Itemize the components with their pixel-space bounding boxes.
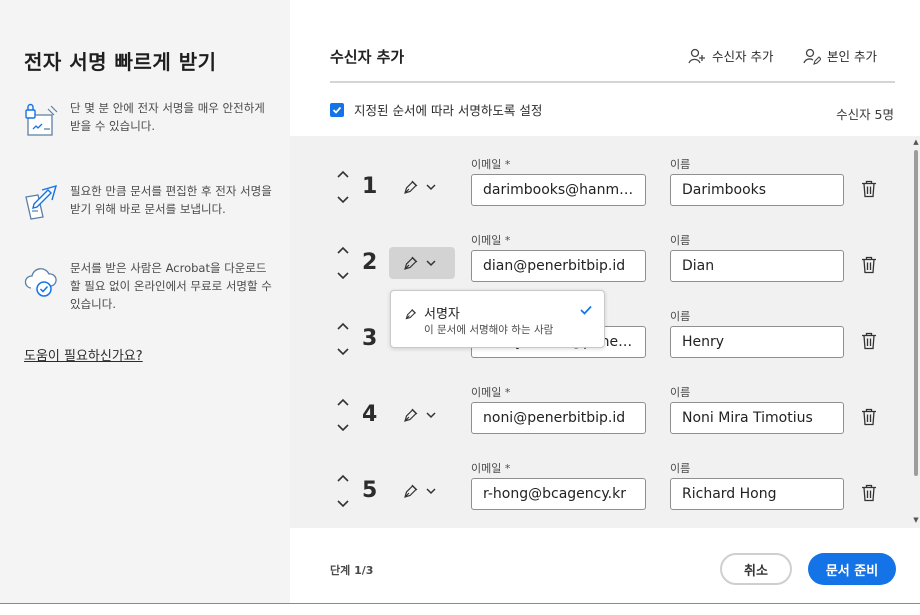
chevron-down-icon [426, 412, 436, 419]
person-edit-icon [803, 48, 821, 65]
scrollbar-thumb[interactable] [914, 150, 918, 476]
panel-title: 전자 서명 빠르게 받기 [24, 50, 217, 74]
feature-online-sign-text: 문서를 받은 사람은 Acrobat을 다운로드할 필요 없이 온라인에서 무료… [70, 261, 272, 311]
help-link[interactable]: 도움이 필요하신가요? [24, 345, 143, 364]
role-dropdown[interactable] [389, 475, 455, 507]
cloud-check-icon [24, 268, 57, 297]
name-field[interactable]: Henry [670, 326, 844, 358]
pen-icon [404, 484, 418, 498]
name-label: 이름 [670, 462, 691, 475]
move-down-icon [337, 500, 349, 508]
reorder-arrows[interactable] [336, 245, 350, 285]
recipient-row: 5 이메일 * 이름 r-hong@bcagency.kr Richard Ho… [290, 460, 912, 520]
add-recipient-button[interactable]: 수신자 추가 [688, 46, 773, 65]
delete-trash-icon[interactable] [861, 484, 877, 502]
reorder-arrows[interactable] [336, 473, 350, 513]
add-self-label: 본인 추가 [827, 49, 877, 64]
delete-trash-icon[interactable] [861, 408, 877, 426]
recipient-number: 5 [362, 478, 378, 503]
pen-icon [404, 256, 418, 270]
pen-icon [404, 180, 418, 194]
move-down-icon [337, 196, 349, 204]
chevron-down-icon [426, 260, 436, 267]
name-field[interactable]: Dian [670, 250, 844, 282]
document-lock-sign-icon [25, 103, 58, 136]
move-down-icon [337, 272, 349, 280]
email-field[interactable]: dian@penerbitbip.id [471, 250, 646, 282]
scroll-up-icon[interactable]: ▲ [912, 138, 920, 146]
move-down-icon [337, 348, 349, 356]
move-up-icon [337, 170, 349, 178]
name-field[interactable]: Richard Hong [670, 478, 844, 510]
email-label: 이메일 * [471, 158, 511, 171]
move-up-icon [337, 474, 349, 482]
feature-edit-send-text: 필요한 만큼 문서를 편집한 후 전자 서명을 받기 위해 바로 문서를 보냅니… [70, 184, 272, 216]
background-document [0, 603, 920, 615]
feature-secure-text: 단 몇 분 안에 전자 서명을 매우 안전하게 받을 수 있습니다. [70, 101, 265, 133]
signing-order-option[interactable]: 지정된 순서에 따라 서명하도록 설정 [330, 100, 542, 119]
add-recipient-label: 수신자 추가 [712, 49, 774, 64]
name-field[interactable]: Noni Mira Timotius [670, 402, 844, 434]
name-field[interactable]: Darimbooks [670, 174, 844, 206]
move-up-icon [337, 246, 349, 254]
name-label: 이름 [670, 158, 691, 171]
email-field[interactable]: noni@penerbitbip.id [471, 402, 646, 434]
feature-secure: 단 몇 분 안에 전자 서명을 매우 안전하게 받을 수 있습니다. [22, 101, 272, 139]
recipient-list-scrollbar[interactable]: ▲ ▼ [912, 136, 920, 528]
recipients-panel: 수신자 추가 수신자 추가 본인 추가 지정된 순서에 따라 서명하도록 설정 … [290, 0, 920, 603]
add-self-button[interactable]: 본인 추가 [803, 46, 877, 65]
recipient-row: 4 이메일 * 이름 noni@penerbitbip.id Noni Mira… [290, 384, 912, 444]
email-field[interactable]: r-hong@bcagency.kr [471, 478, 646, 510]
scroll-down-icon[interactable]: ▼ [912, 516, 920, 524]
email-label: 이메일 * [471, 234, 511, 247]
role-option-signer[interactable]: 서명자 [424, 303, 460, 322]
email-field[interactable]: darimbooks@hanma… [471, 174, 646, 206]
recipient-number: 4 [362, 402, 378, 427]
delete-trash-icon[interactable] [861, 180, 877, 198]
recipient-number: 2 [362, 250, 378, 275]
recipient-row: 2 이메일 * 이름 dian@penerbitbip.id Dian [290, 232, 912, 292]
recipients-title: 수신자 추가 [330, 48, 405, 66]
reorder-arrows[interactable] [336, 397, 350, 437]
cancel-button[interactable]: 취소 [720, 553, 792, 585]
email-label: 이메일 * [471, 462, 511, 475]
recipient-count: 수신자 5명 [836, 107, 894, 122]
feature-edit-send: 필요한 만큼 문서를 편집한 후 전자 서명을 받기 위해 바로 문서를 보냅니… [22, 184, 272, 222]
selected-check-icon [580, 305, 592, 315]
move-up-icon [337, 322, 349, 330]
name-label: 이름 [670, 310, 691, 323]
reorder-arrows[interactable] [336, 321, 350, 361]
checkmark-icon [332, 106, 342, 114]
step-indicator: 단계 1/3 [330, 564, 374, 577]
move-down-icon [337, 424, 349, 432]
info-panel: 전자 서명 빠르게 받기 단 몇 분 안에 전자 서명을 매우 안전하게 받을 … [0, 0, 290, 603]
feature-online-sign: 문서를 받은 사람은 Acrobat을 다운로드할 필요 없이 온라인에서 무료… [22, 261, 272, 313]
pen-icon [404, 408, 418, 422]
role-menu: 서명자 이 문서에 서명해야 하는 사람 [390, 290, 605, 348]
pen-icon [405, 308, 417, 320]
recipient-number: 3 [362, 326, 378, 351]
header-divider [330, 81, 895, 83]
chevron-down-icon [426, 488, 436, 495]
recipient-number: 1 [362, 174, 378, 199]
signing-order-checkbox[interactable] [330, 102, 344, 117]
role-option-description: 이 문서에 서명해야 하는 사람 [424, 324, 554, 336]
add-person-icon [688, 48, 705, 63]
role-dropdown[interactable] [389, 247, 455, 279]
signing-order-label: 지정된 순서에 따라 서명하도록 설정 [354, 103, 543, 118]
request-signature-dialog: 전자 서명 빠르게 받기 단 몇 분 안에 전자 서명을 매우 안전하게 받을 … [0, 0, 920, 603]
recipient-row: 1 이메일 * 이름 darimbooks@hanma… Darimbooks [290, 156, 912, 216]
reorder-arrows[interactable] [336, 169, 350, 209]
delete-trash-icon[interactable] [861, 256, 877, 274]
edit-send-document-icon [25, 184, 58, 220]
role-dropdown[interactable] [389, 399, 455, 431]
name-label: 이름 [670, 234, 691, 247]
prepare-document-button[interactable]: 문서 준비 [808, 553, 896, 585]
delete-trash-icon[interactable] [861, 332, 877, 350]
role-dropdown[interactable] [389, 171, 455, 203]
chevron-down-icon [426, 184, 436, 191]
name-label: 이름 [670, 386, 691, 399]
move-up-icon [337, 398, 349, 406]
email-label: 이메일 * [471, 386, 511, 399]
